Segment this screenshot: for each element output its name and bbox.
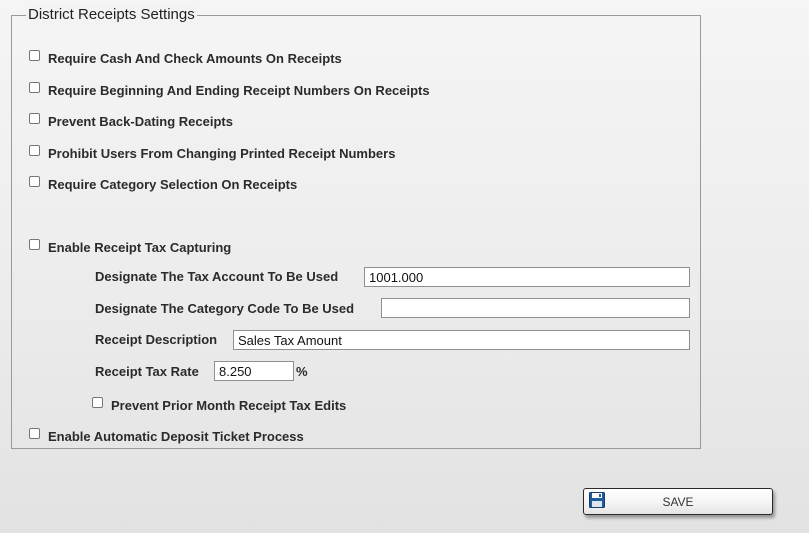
- option-require-cash-check[interactable]: Require Cash And Check Amounts On Receip…: [29, 50, 342, 66]
- tax-account-label: Designate The Tax Account To Be Used: [95, 269, 339, 284]
- option-prevent-prior-month-edits[interactable]: Prevent Prior Month Receipt Tax Edits: [92, 397, 347, 413]
- require-cash-check-label: Require Cash And Check Amounts On Receip…: [48, 51, 342, 66]
- category-code-label: Designate The Category Code To Be Used: [95, 301, 355, 316]
- option-enable-tax-capturing[interactable]: Enable Receipt Tax Capturing: [29, 239, 232, 255]
- enable-deposit-ticket-label: Enable Automatic Deposit Ticket Process: [48, 429, 304, 444]
- require-category-label: Require Category Selection On Receipts: [48, 177, 298, 192]
- option-prevent-back-dating[interactable]: Prevent Back-Dating Receipts: [29, 113, 233, 129]
- require-begin-end-numbers-label: Require Beginning And Ending Receipt Num…: [48, 83, 430, 98]
- require-cash-check-checkbox[interactable]: [29, 50, 40, 61]
- group-title: District Receipts Settings: [26, 6, 197, 24]
- save-button-label: SAVE: [662, 494, 694, 509]
- option-require-category[interactable]: Require Category Selection On Receipts: [29, 176, 298, 192]
- category-code-input[interactable]: [381, 298, 690, 318]
- require-begin-end-numbers-checkbox[interactable]: [29, 82, 40, 93]
- option-enable-deposit-ticket[interactable]: Enable Automatic Deposit Ticket Process: [29, 428, 304, 444]
- district-receipts-settings-group: [11, 15, 701, 449]
- prevent-back-dating-checkbox[interactable]: [29, 113, 40, 124]
- prohibit-changing-numbers-label: Prohibit Users From Changing Printed Rec…: [48, 146, 396, 161]
- enable-tax-capturing-label: Enable Receipt Tax Capturing: [48, 240, 232, 255]
- save-button[interactable]: SAVE: [583, 488, 773, 515]
- receipt-tax-rate-input[interactable]: [214, 361, 294, 381]
- floppy-disk-icon: [589, 491, 605, 508]
- receipt-tax-rate-label: Receipt Tax Rate: [95, 364, 199, 379]
- option-require-begin-end-numbers[interactable]: Require Beginning And Ending Receipt Num…: [29, 82, 430, 98]
- receipt-description-input[interactable]: [233, 330, 690, 350]
- require-category-checkbox[interactable]: [29, 176, 40, 187]
- receipt-description-label: Receipt Description: [95, 332, 218, 347]
- tax-account-input[interactable]: [364, 267, 690, 287]
- prevent-prior-month-edits-label: Prevent Prior Month Receipt Tax Edits: [111, 398, 347, 413]
- prevent-prior-month-edits-checkbox[interactable]: [92, 397, 103, 408]
- prevent-back-dating-label: Prevent Back-Dating Receipts: [48, 114, 233, 129]
- enable-tax-capturing-checkbox[interactable]: [29, 239, 40, 250]
- tax-rate-percent-sign: %: [296, 364, 308, 379]
- option-prohibit-changing-numbers[interactable]: Prohibit Users From Changing Printed Rec…: [29, 145, 396, 161]
- prohibit-changing-numbers-checkbox[interactable]: [29, 145, 40, 156]
- enable-deposit-ticket-checkbox[interactable]: [29, 428, 40, 439]
